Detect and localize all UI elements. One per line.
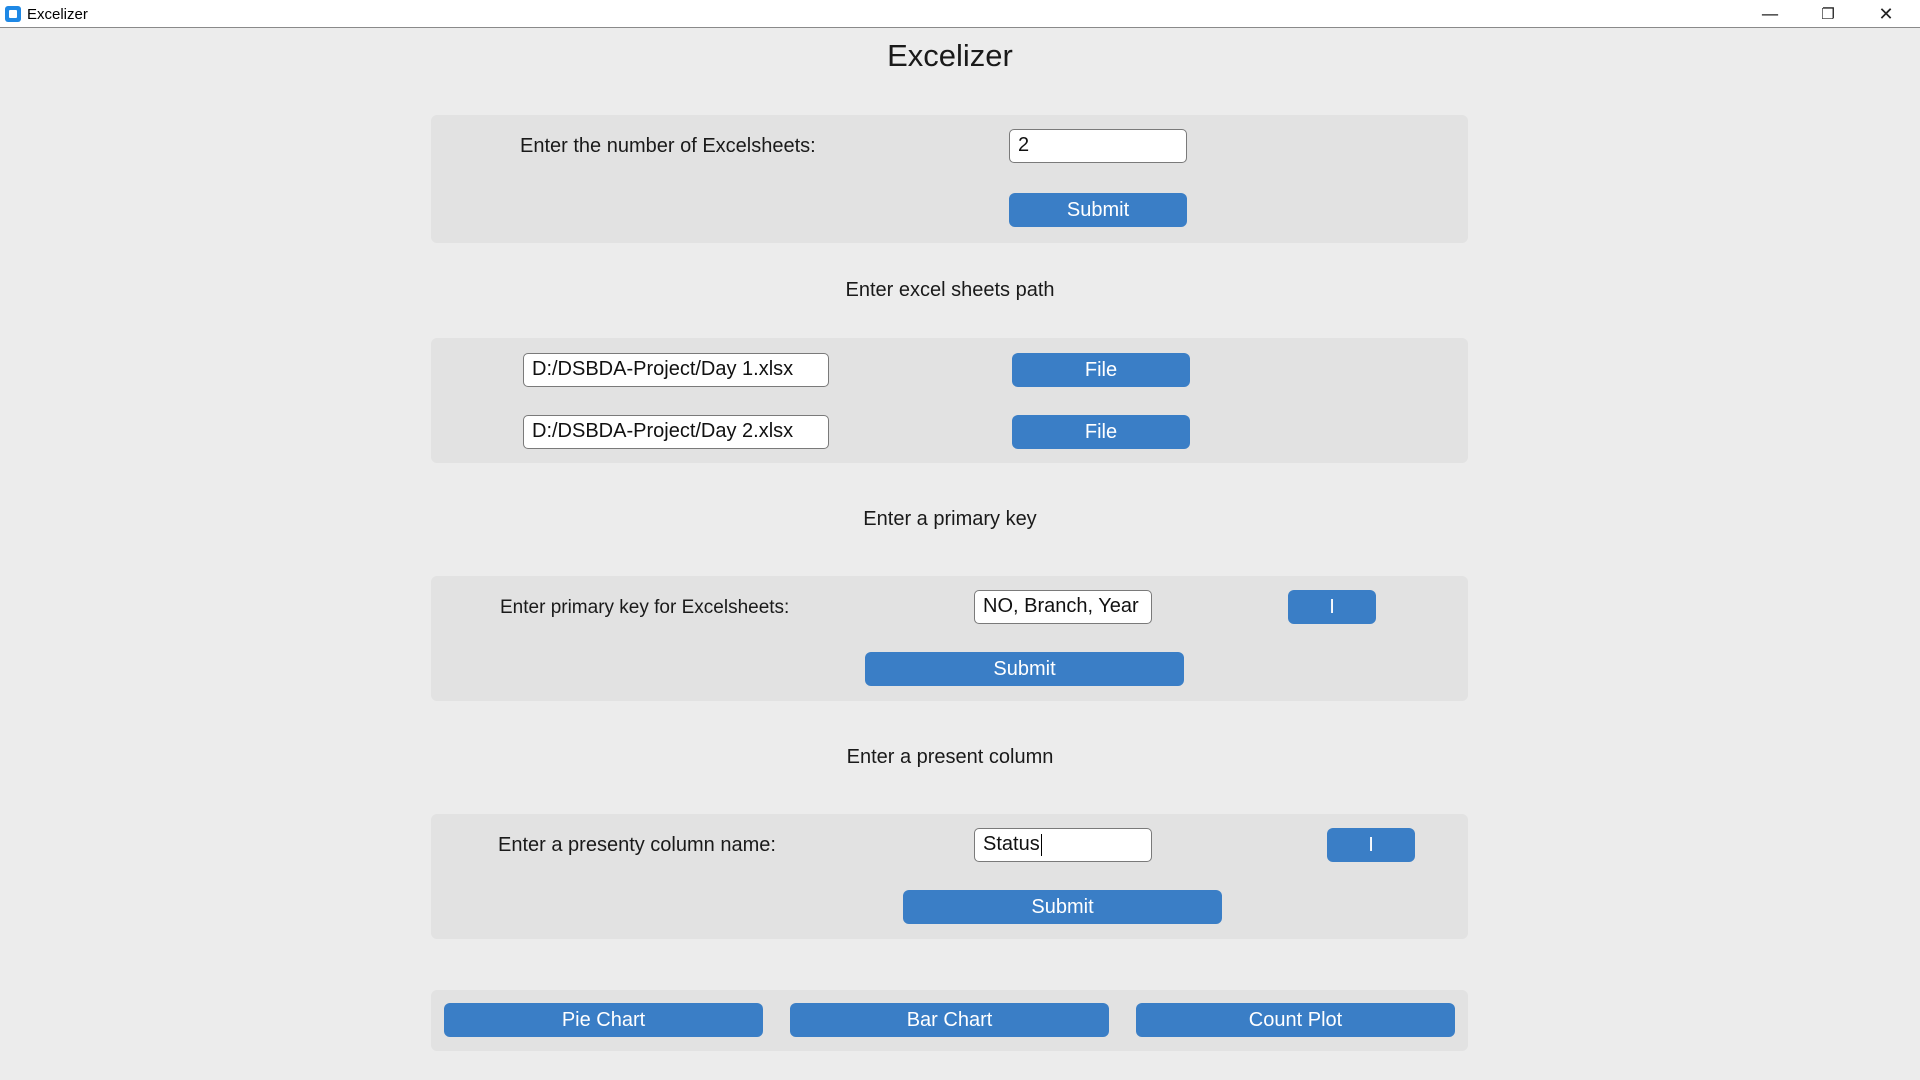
chart-buttons-panel: Pie Chart Bar Chart Count Plot — [431, 990, 1468, 1051]
sheet-count-submit-button[interactable]: Submit — [1009, 193, 1187, 227]
close-icon[interactable]: ✕ — [1858, 0, 1914, 28]
count-plot-button[interactable]: Count Plot — [1136, 1003, 1455, 1037]
window-title: Excelizer — [27, 6, 88, 23]
paths-panel: D:/DSBDA-Project/Day 1.xlsx File D:/DSBD… — [431, 338, 1468, 463]
present-column-heading: Enter a present column — [846, 746, 1054, 768]
primary-key-submit-button[interactable]: Submit — [865, 652, 1184, 686]
primary-key-info-button[interactable]: I — [1288, 590, 1376, 624]
primary-key-label: Enter primary key for Excelsheets: — [500, 597, 790, 618]
primary-key-input[interactable]: NO, Branch, Year — [974, 590, 1152, 624]
sheet-count-input[interactable]: 2 — [1009, 129, 1187, 163]
text-caret — [1040, 833, 1043, 856]
present-column-info-button[interactable]: I — [1327, 828, 1415, 862]
file-button-2[interactable]: File — [1012, 415, 1190, 449]
file-button-1[interactable]: File — [1012, 353, 1190, 387]
maximize-icon[interactable]: ❐ — [1800, 0, 1856, 28]
bar-chart-button[interactable]: Bar Chart — [790, 1003, 1109, 1037]
present-column-input[interactable]: Status — [974, 828, 1152, 862]
file-path-field-1[interactable]: D:/DSBDA-Project/Day 1.xlsx — [523, 353, 829, 387]
app-icon — [5, 6, 21, 22]
present-column-submit-button[interactable]: Submit — [903, 890, 1222, 924]
primary-key-panel: Enter primary key for Excelsheets: NO, B… — [431, 576, 1468, 701]
primary-key-heading: Enter a primary key — [863, 508, 1037, 530]
present-column-panel: Enter a presenty column name: Status I S… — [431, 814, 1468, 939]
present-column-value: Status — [983, 833, 1040, 855]
present-column-label: Enter a presenty column name: — [498, 834, 776, 856]
paths-heading: Enter excel sheets path — [845, 279, 1055, 301]
minimize-icon[interactable]: — — [1742, 0, 1798, 28]
file-path-field-2[interactable]: D:/DSBDA-Project/Day 2.xlsx — [523, 415, 829, 449]
sheet-count-label: Enter the number of Excelsheets: — [520, 135, 816, 157]
pie-chart-button[interactable]: Pie Chart — [444, 1003, 763, 1037]
sheet-count-panel: Enter the number of Excelsheets: 2 Submi… — [431, 115, 1468, 243]
window-titlebar: Excelizer — ❐ ✕ — [0, 0, 1920, 28]
app-title: Excelizer — [887, 38, 1013, 73]
